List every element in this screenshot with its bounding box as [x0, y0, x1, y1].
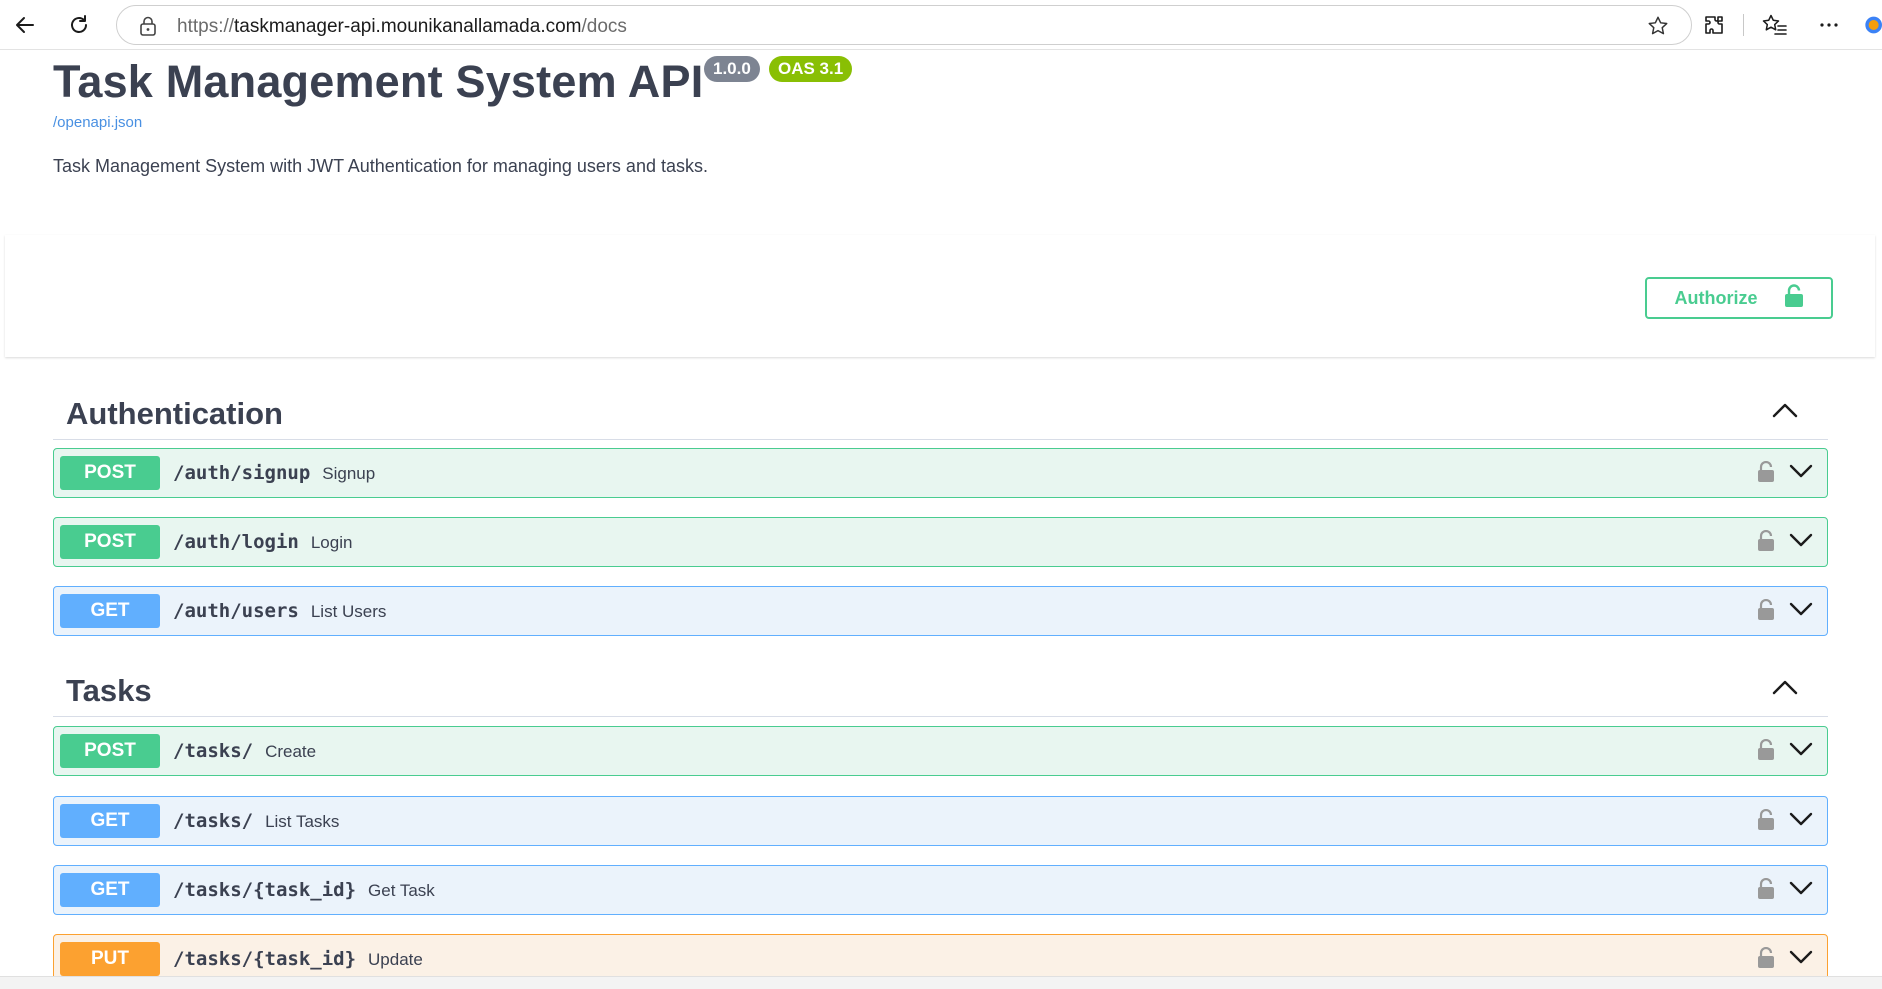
- url-text: https://taskmanager-api.mounikanallamada…: [177, 16, 627, 38]
- toolbar-separator: [1743, 14, 1744, 36]
- title-row: Task Management System API 1.0.0 OAS 3.1: [53, 56, 1853, 112]
- path-text: /auth/signup: [173, 462, 311, 484]
- operation-post-auth-signup[interactable]: POST /auth/signup Signup: [53, 448, 1828, 498]
- authorize-button[interactable]: Authorize: [1645, 277, 1833, 319]
- operation-path: /auth/signup Signup: [173, 462, 375, 484]
- taskbar-strip: [0, 976, 1882, 989]
- operation-path: /tasks/{task_id} Update: [173, 948, 423, 970]
- tag-section-tasks[interactable]: Tasks: [53, 667, 1828, 717]
- lock-icon[interactable]: [1757, 946, 1775, 974]
- lock-icon[interactable]: [1757, 808, 1775, 836]
- more-icon[interactable]: [1810, 6, 1848, 44]
- operation-post-auth-login[interactable]: POST /auth/login Login: [53, 517, 1828, 567]
- url-prefix: https://: [177, 16, 235, 37]
- operation-summary: Get Task: [368, 881, 435, 900]
- chevron-down-icon[interactable]: [1789, 532, 1813, 553]
- operation-summary: Create: [265, 742, 317, 761]
- operation-summary: Signup: [322, 464, 376, 483]
- lock-icon[interactable]: [1757, 529, 1775, 557]
- url-host: taskmanager-api.mounikanallamada.com: [234, 16, 582, 37]
- version-badge: 1.0.0: [704, 56, 760, 82]
- api-description: Task Management System with JWT Authenti…: [53, 156, 708, 176]
- api-info: Task Management System API 1.0.0 OAS 3.1…: [53, 56, 1853, 176]
- operation-summary: Login: [310, 533, 353, 552]
- extensions-icon[interactable]: [1695, 6, 1733, 44]
- path-text: /auth/users: [173, 600, 299, 622]
- method-badge: POST: [60, 734, 160, 768]
- method-badge: PUT: [60, 942, 160, 976]
- address-bar[interactable]: https://taskmanager-api.mounikanallamada…: [116, 5, 1692, 45]
- operation-get-task-by-id[interactable]: GET /tasks/{task_id} Get Task: [53, 865, 1828, 915]
- chevron-up-icon[interactable]: [1772, 402, 1798, 423]
- operation-summary: List Users: [310, 602, 387, 621]
- operation-get-tasks[interactable]: GET /tasks/List Tasks: [53, 796, 1828, 846]
- refresh-icon[interactable]: [60, 6, 98, 44]
- copilot-icon[interactable]: [1862, 6, 1882, 44]
- star-icon[interactable]: [1647, 15, 1669, 42]
- method-badge: GET: [60, 594, 160, 628]
- favorites-icon[interactable]: [1756, 6, 1794, 44]
- lock-icon[interactable]: [139, 16, 157, 41]
- chevron-down-icon[interactable]: [1789, 463, 1813, 484]
- lock-icon[interactable]: [1757, 460, 1775, 488]
- path-text: /tasks/: [173, 810, 254, 832]
- page-title: Task Management System API: [53, 56, 704, 107]
- chevron-down-icon[interactable]: [1789, 880, 1813, 901]
- path-text: /tasks/{task_id}: [173, 948, 357, 970]
- lock-icon[interactable]: [1757, 598, 1775, 626]
- chevron-down-icon[interactable]: [1789, 811, 1813, 832]
- operation-post-tasks[interactable]: POST /tasks/Create: [53, 726, 1828, 776]
- oas-badge: OAS 3.1: [769, 56, 853, 82]
- operation-path: /tasks/List Tasks: [173, 810, 339, 832]
- openapi-spec-link[interactable]: /openapi.json: [53, 114, 142, 131]
- tag-name: Tasks: [66, 673, 152, 708]
- chevron-down-icon[interactable]: [1789, 741, 1813, 762]
- tag-section-authentication[interactable]: Authentication: [53, 390, 1828, 440]
- back-arrow-icon[interactable]: [6, 6, 44, 44]
- operation-summary: List Tasks: [265, 812, 340, 831]
- lock-icon[interactable]: [1757, 738, 1775, 766]
- tag-name: Authentication: [66, 396, 283, 431]
- operation-summary: Update: [368, 950, 423, 969]
- operation-path: /auth/login Login: [173, 531, 352, 553]
- chevron-down-icon[interactable]: [1789, 949, 1813, 970]
- scheme-container: Authorize: [5, 235, 1875, 357]
- unlock-icon: [1784, 283, 1804, 313]
- path-text: /auth/login: [173, 531, 299, 553]
- browser-toolbar: https://taskmanager-api.mounikanallamada…: [0, 0, 1882, 50]
- authorize-label: Authorize: [1674, 287, 1758, 308]
- operation-path: /tasks/{task_id} Get Task: [173, 879, 435, 901]
- operation-path: /auth/users List Users: [173, 600, 386, 622]
- method-badge: GET: [60, 873, 160, 907]
- path-text: /tasks/{task_id}: [173, 879, 357, 901]
- chevron-up-icon[interactable]: [1772, 679, 1798, 700]
- lock-icon[interactable]: [1757, 877, 1775, 905]
- method-badge: GET: [60, 804, 160, 838]
- path-text: /tasks/: [173, 740, 254, 762]
- operation-path: /tasks/Create: [173, 740, 316, 762]
- chevron-down-icon[interactable]: [1789, 601, 1813, 622]
- operation-get-auth-users[interactable]: GET /auth/users List Users: [53, 586, 1828, 636]
- method-badge: POST: [60, 456, 160, 490]
- method-badge: POST: [60, 525, 160, 559]
- url-path: /docs: [581, 16, 627, 37]
